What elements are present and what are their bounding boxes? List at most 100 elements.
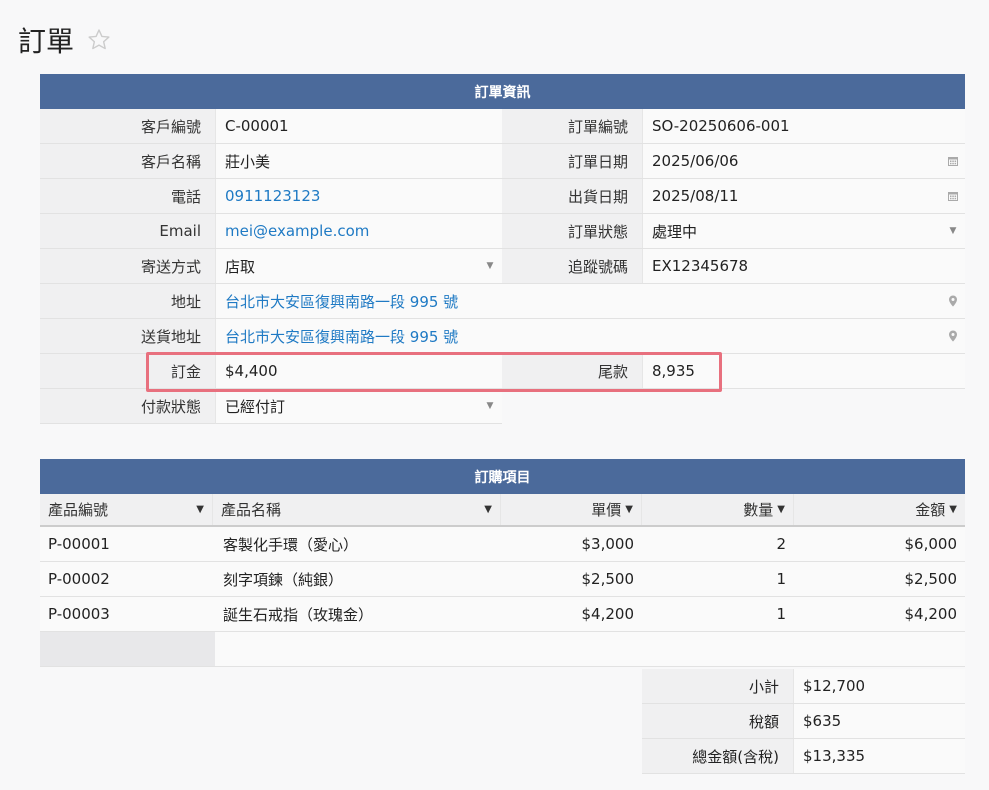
order-items-section: 訂購項目 產品編號 ▼ 產品名稱 ▼ 單價 ▼ 數量 ▼ 金額 ▼ P-0000… <box>40 459 965 667</box>
shipping-method-select[interactable]: 店取 ▼ <box>215 249 502 283</box>
cell-product-code: P-00003 <box>48 605 110 623</box>
cell-product-code: P-00002 <box>48 570 110 588</box>
label-phone: 電話 <box>40 179 215 213</box>
sort-caret-icon[interactable]: ▼ <box>949 504 957 515</box>
customer-id-field[interactable]: C-00001 <box>215 109 502 143</box>
star-icon[interactable] <box>86 27 112 53</box>
customer-name-field[interactable]: 莊小美 <box>215 144 502 178</box>
new-item-row-handle[interactable] <box>40 632 215 666</box>
new-item-row-body[interactable] <box>215 632 965 666</box>
label-order-number: 訂單編號 <box>502 109 642 143</box>
items-table-header: 產品編號 ▼ 產品名稱 ▼ 單價 ▼ 數量 ▼ 金額 ▼ <box>40 494 965 527</box>
subtotal-value: $12,700 <box>793 669 965 703</box>
order-items-header: 訂購項目 <box>40 459 965 494</box>
calendar-icon[interactable] <box>947 155 959 167</box>
delivery-address-field[interactable]: 台北市大安區復興南路一段 995 號 <box>215 319 965 353</box>
sort-caret-icon[interactable]: ▼ <box>625 504 633 515</box>
label-ship-date: 出貨日期 <box>502 179 642 213</box>
tracking-number-field[interactable]: EX12345678 <box>642 249 965 283</box>
sort-caret-icon[interactable]: ▼ <box>196 504 204 515</box>
total-row: 總金額(含稅) $13,335 <box>642 739 965 774</box>
cell-unit-price: $3,000 <box>581 535 635 553</box>
ship-date-field[interactable]: 2025/08/11 <box>642 179 965 213</box>
column-header-product-name[interactable]: 產品名稱 ▼ <box>213 494 501 525</box>
table-row[interactable]: P-00001 客製化手環（愛心） $3,000 2 $6,000 <box>40 527 965 562</box>
order-info-header: 訂單資訊 <box>40 74 965 109</box>
label-shipping-method: 寄送方式 <box>40 249 215 283</box>
form-row-delivery-address: 送貨地址 台北市大安區復興南路一段 995 號 <box>40 319 965 354</box>
phone-link[interactable]: 0911123123 <box>225 187 320 205</box>
delivery-address-link[interactable]: 台北市大安區復興南路一段 995 號 <box>225 326 458 347</box>
page-title: 訂單 <box>18 25 75 58</box>
order-date-field[interactable]: 2025/06/06 <box>642 144 965 178</box>
deposit-field[interactable]: $4,400 <box>215 354 502 388</box>
label-address: 地址 <box>40 284 215 318</box>
page-title-wrap: 訂單 <box>18 20 112 60</box>
cell-amount: $6,000 <box>904 535 958 553</box>
form-row-phone: 電話 0911123123 出貨日期 2025/08/11 <box>40 179 965 214</box>
column-header-unit-price[interactable]: 單價 ▼ <box>501 494 642 525</box>
label-customer-name: 客戶名稱 <box>40 144 215 178</box>
label-email: Email <box>40 214 215 248</box>
new-item-row[interactable] <box>40 632 965 667</box>
sort-caret-icon[interactable]: ▼ <box>777 504 785 515</box>
label-order-date: 訂單日期 <box>502 144 642 178</box>
cell-product-name: 誕生石戒指（玫瑰金） <box>223 605 374 624</box>
label-subtotal: 小計 <box>642 669 793 703</box>
payment-status-select[interactable]: 已經付訂 ▼ <box>215 389 502 424</box>
column-header-amount[interactable]: 金額 ▼ <box>794 494 965 525</box>
column-header-quantity[interactable]: 數量 ▼ <box>642 494 794 525</box>
form-row-email: Email mei@example.com 訂單狀態 處理中 ▼ <box>40 214 965 249</box>
address-link[interactable]: 台北市大安區復興南路一段 995 號 <box>225 291 458 312</box>
form-row-shipping-method: 寄送方式 店取 ▼ 追蹤號碼 EX12345678 <box>40 249 965 284</box>
form-row-customer-id: 客戶編號 C-00001 訂單編號 SO-20250606-001 <box>40 109 965 144</box>
label-tax: 稅額 <box>642 704 793 738</box>
tax-row: 稅額 $635 <box>642 704 965 739</box>
total-value: $13,335 <box>793 739 965 773</box>
chevron-down-icon[interactable]: ▼ <box>947 225 959 237</box>
label-deposit: 訂金 <box>40 354 215 388</box>
table-row[interactable]: P-00003 誕生石戒指（玫瑰金） $4,200 1 $4,200 <box>40 597 965 632</box>
cell-quantity: 1 <box>776 570 786 588</box>
empty-space <box>502 389 965 424</box>
label-customer-id: 客戶編號 <box>40 109 215 143</box>
label-tracking-number: 追蹤號碼 <box>502 249 642 283</box>
balance-field[interactable]: 8,935 <box>642 354 965 388</box>
table-row[interactable]: P-00002 刻字項鍊（純銀） $2,500 1 $2,500 <box>40 562 965 597</box>
cell-product-code: P-00001 <box>48 535 110 553</box>
form-row-payment-status: 付款狀態 已經付訂 ▼ <box>40 389 965 424</box>
address-field[interactable]: 台北市大安區復興南路一段 995 號 <box>215 284 965 318</box>
cell-product-name: 客製化手環（愛心） <box>223 535 359 554</box>
tax-value: $635 <box>793 704 965 738</box>
label-delivery-address: 送貨地址 <box>40 319 215 353</box>
label-payment-status: 付款狀態 <box>40 389 215 424</box>
map-pin-icon[interactable] <box>947 330 959 342</box>
form-row-deposit: 訂金 $4,400 尾款 8,935 <box>40 354 965 389</box>
map-pin-icon[interactable] <box>947 295 959 307</box>
chevron-down-icon[interactable]: ▼ <box>484 400 496 412</box>
form-row-address: 地址 台北市大安區復興南路一段 995 號 <box>40 284 965 319</box>
cell-unit-price: $4,200 <box>581 605 635 623</box>
label-total: 總金額(含稅) <box>642 739 793 773</box>
totals-section: 小計 $12,700 稅額 $635 總金額(含稅) $13,335 <box>642 669 965 774</box>
label-order-status: 訂單狀態 <box>502 214 642 248</box>
email-link[interactable]: mei@example.com <box>225 222 369 240</box>
label-balance: 尾款 <box>502 354 642 388</box>
order-info-section: 訂單資訊 客戶編號 C-00001 訂單編號 SO-20250606-001 客… <box>40 74 965 424</box>
form-row-customer-name: 客戶名稱 莊小美 訂單日期 2025/06/06 <box>40 144 965 179</box>
cell-unit-price: $2,500 <box>581 570 635 588</box>
calendar-icon[interactable] <box>947 190 959 202</box>
subtotal-row: 小計 $12,700 <box>642 669 965 704</box>
order-number-field[interactable]: SO-20250606-001 <box>642 109 965 143</box>
order-status-select[interactable]: 處理中 ▼ <box>642 214 965 248</box>
sort-caret-icon[interactable]: ▼ <box>484 504 492 515</box>
cell-product-name: 刻字項鍊（純銀） <box>223 570 344 589</box>
phone-field[interactable]: 0911123123 <box>215 179 502 213</box>
cell-quantity: 2 <box>776 535 786 553</box>
column-header-product-code[interactable]: 產品編號 ▼ <box>40 494 213 525</box>
cell-quantity: 1 <box>776 605 786 623</box>
chevron-down-icon[interactable]: ▼ <box>484 260 496 272</box>
cell-amount: $2,500 <box>904 570 958 588</box>
cell-amount: $4,200 <box>904 605 958 623</box>
email-field[interactable]: mei@example.com <box>215 214 502 248</box>
